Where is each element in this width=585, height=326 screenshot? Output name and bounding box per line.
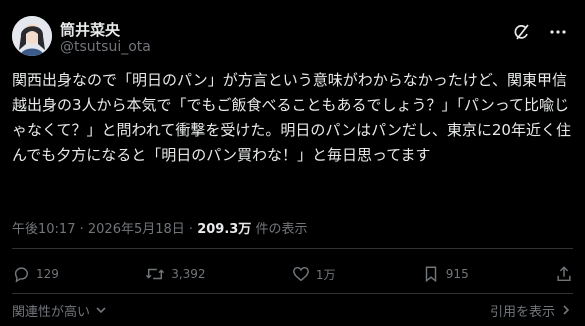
post-time[interactable]: 午後10:17	[12, 222, 75, 237]
share-icon	[557, 266, 571, 282]
like-count: 1万	[315, 267, 336, 282]
repost-count: 3,392	[171, 267, 206, 281]
post-header: 筒井菜央 @tsutsui_ota	[12, 16, 573, 60]
post-meta: 午後10:17 · 2026年5月18日 · 209.3万 件の表示	[12, 218, 307, 237]
repost-button[interactable]: 3,392	[145, 262, 206, 286]
chevron-right-icon	[563, 305, 570, 315]
meta-separator: ·	[75, 222, 88, 237]
divider	[12, 248, 573, 249]
divider	[12, 293, 573, 294]
views-label: 件の表示	[251, 222, 308, 237]
bookmark-button[interactable]: 915	[422, 262, 469, 286]
sort-replies-button[interactable]: 関連性が高い	[12, 301, 108, 320]
header-actions	[511, 20, 569, 44]
chevron-down-icon	[96, 307, 106, 314]
grok-icon[interactable]	[511, 21, 533, 43]
like-button[interactable]: 1万	[292, 262, 336, 286]
post-date[interactable]: 2026年5月18日	[88, 222, 185, 237]
sort-label: 関連性が高い	[12, 304, 91, 320]
repost-icon	[146, 268, 165, 280]
reply-icon	[14, 267, 29, 283]
quote-label: 引用を表示	[489, 304, 555, 320]
avatar[interactable]	[12, 16, 52, 56]
post-card: 筒井菜央 @tsutsui_ota 関西出身なので「明日のパン」が方言という意味…	[0, 0, 585, 326]
bookmark-icon	[425, 266, 437, 283]
action-bar: 129 3,392 1万 915	[12, 262, 573, 286]
more-options-icon[interactable]	[547, 21, 569, 43]
view-quotes-link[interactable]: 引用を表示	[490, 301, 573, 320]
author-name[interactable]: 筒井菜央	[60, 19, 120, 40]
bookmark-count: 915	[445, 267, 469, 281]
author-handle[interactable]: @tsutsui_ota	[60, 39, 151, 55]
share-button[interactable]	[555, 262, 573, 286]
reply-count: 129	[36, 267, 59, 281]
post-footer: 関連性が高い 引用を表示	[12, 299, 573, 321]
post-text: 関西出身なので「明日のパン」が方言という意味がわからなかったけど、関東甲信越出身…	[12, 71, 571, 164]
meta-separator-2: ·	[184, 222, 198, 237]
reply-button[interactable]: 129	[12, 262, 59, 286]
views-count: 209.3万	[197, 222, 252, 237]
heart-icon	[292, 266, 309, 282]
